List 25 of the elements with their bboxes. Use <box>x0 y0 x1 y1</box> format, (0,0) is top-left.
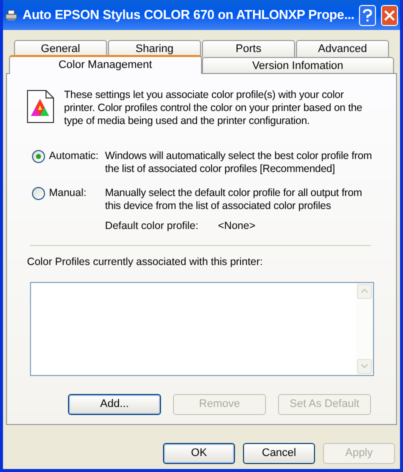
tab[interactable]: Color Management <box>9 55 202 74</box>
radio-button[interactable] <box>32 187 45 200</box>
radio-button[interactable] <box>32 150 45 163</box>
tab[interactable]: Ports <box>202 40 295 57</box>
tab[interactable]: Version Infomation <box>202 57 394 74</box>
dialog-button[interactable]: Cancel <box>243 443 315 464</box>
dialog-button[interactable]: Add... <box>68 394 161 414</box>
window-title: Auto EPSON Stylus COLOR 670 on ATHLONXP Prope... <box>22 6 354 24</box>
option-description: Windows will automatically select the best color profile from the list of associated color profiles [Recommended] <box>105 150 373 176</box>
tab[interactable]: Advanced <box>296 40 389 57</box>
radio-label[interactable]: Automatic: <box>49 150 99 163</box>
option-description: Manually select the default color profile for all output from this device from the list of associated color profiles <box>105 187 363 213</box>
close-button[interactable] <box>381 4 398 26</box>
profile-list[interactable] <box>30 282 374 376</box>
printer-icon <box>5 7 18 23</box>
radio-label[interactable]: Manual: <box>49 187 86 200</box>
intro-text: These settings let you associate color profile(s) with your color printer. Color profiles control the color on your printer based on the type of media being used and the printer configuration. <box>64 89 364 128</box>
help-button[interactable] <box>359 4 376 26</box>
help-icon <box>363 8 372 22</box>
dialog-button[interactable]: OK <box>163 443 235 464</box>
color-document-icon <box>27 90 54 123</box>
default-profile-label: Default color profile: <box>105 219 200 234</box>
default-profile-value: <None> <box>218 219 256 234</box>
close-icon <box>384 10 396 20</box>
profiles-label: Color Profiles currently associated with this printer: <box>27 254 264 270</box>
